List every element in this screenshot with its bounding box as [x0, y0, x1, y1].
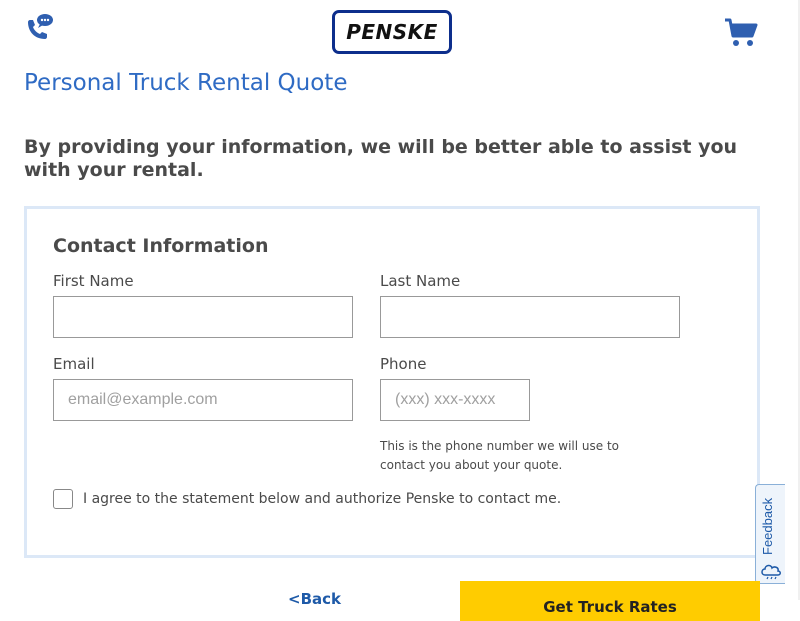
cart-icon[interactable]: [724, 18, 758, 48]
first-name-label: First Name: [53, 272, 134, 290]
penske-logo[interactable]: PENSKE: [332, 10, 452, 54]
phone-label: Phone: [380, 355, 427, 373]
intro-text: By providing your information, we will b…: [24, 136, 738, 181]
first-name-input[interactable]: [53, 296, 353, 338]
phone-help-text: This is the phone number we will use to …: [380, 439, 620, 472]
feedback-cloud-icon: [761, 564, 781, 580]
email-input[interactable]: [53, 379, 353, 421]
last-name-label: Last Name: [380, 272, 461, 290]
consent-label[interactable]: I agree to the statement below and autho…: [83, 491, 561, 507]
site-header: PENSKE: [0, 0, 800, 66]
page-title: Personal Truck Rental Quote: [24, 70, 348, 96]
consent-checkbox[interactable]: [53, 489, 73, 509]
phone-chat-icon[interactable]: [24, 12, 56, 42]
logo-text: PENSKE: [346, 20, 438, 44]
phone-input[interactable]: [380, 379, 530, 421]
section-title: Contact Information: [53, 235, 269, 257]
feedback-tab[interactable]: Feedback: [755, 484, 785, 584]
back-link[interactable]: <Back: [288, 590, 341, 608]
get-truck-rates-button[interactable]: Get Truck Rates: [460, 581, 760, 621]
email-label: Email: [53, 355, 95, 373]
feedback-label: Feedback: [760, 497, 775, 555]
contact-information-card: Contact Information First Name Last Name…: [24, 206, 760, 558]
last-name-input[interactable]: [380, 296, 680, 338]
